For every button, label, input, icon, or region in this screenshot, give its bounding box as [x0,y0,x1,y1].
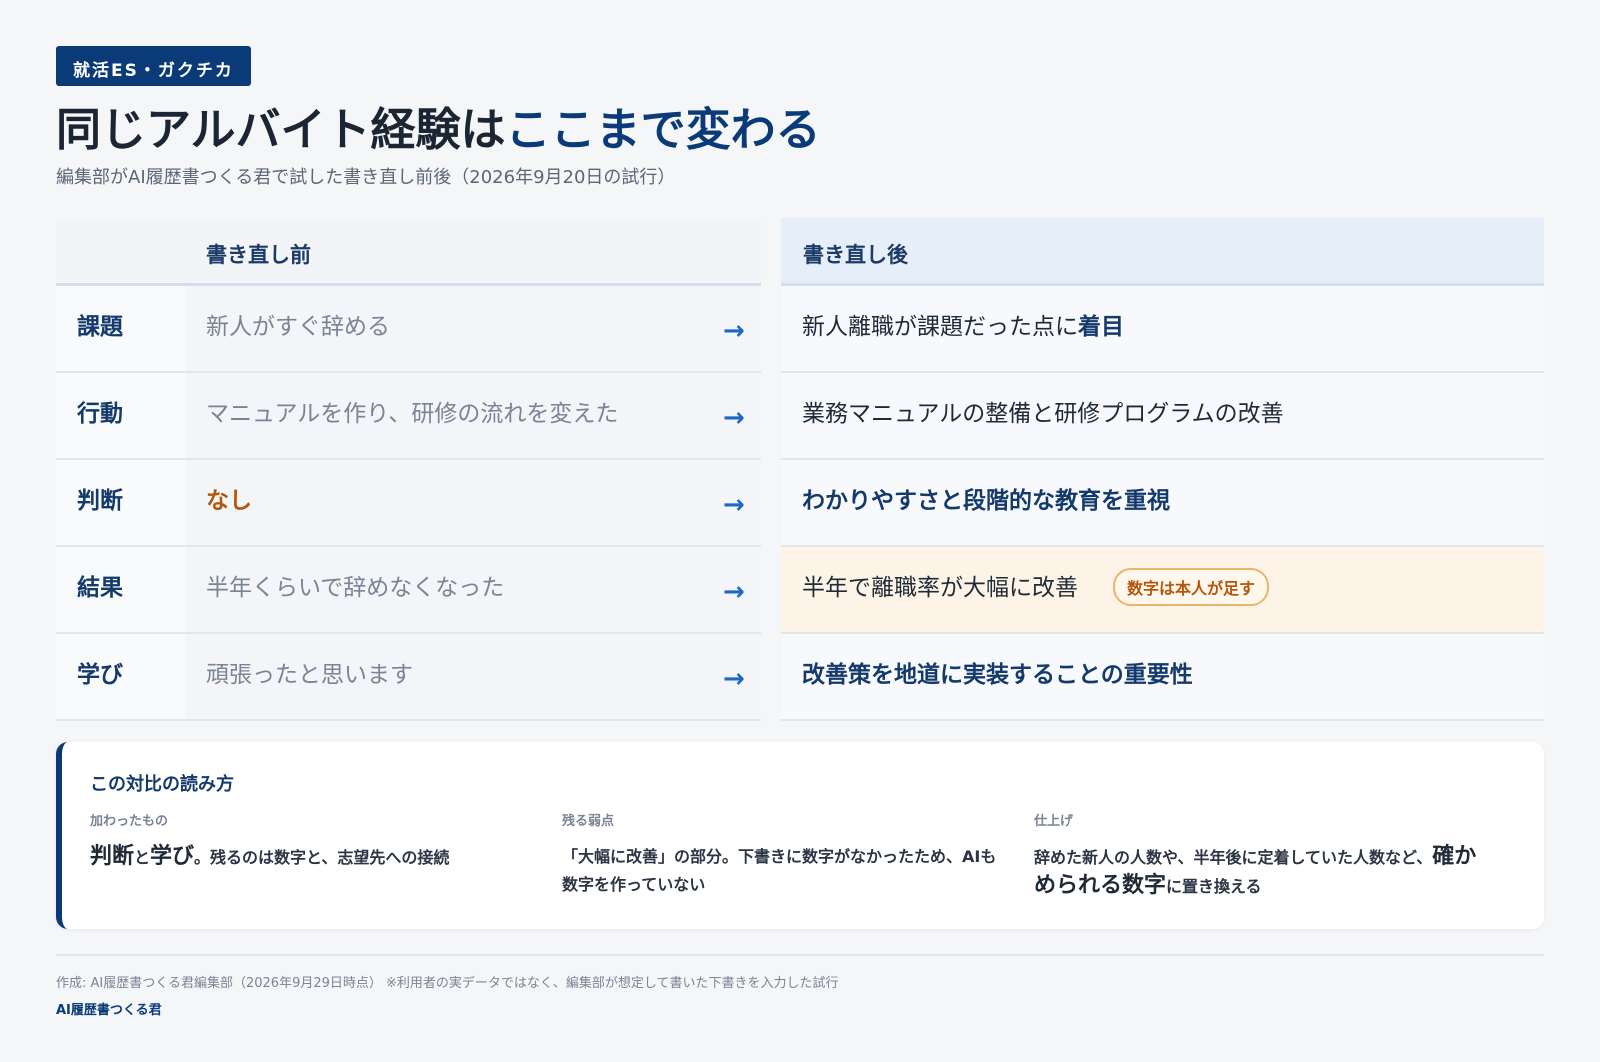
guide-text: 。残るのは数字と、志望先への接続 [194,848,450,867]
after-text: 新人離職が課題だった点に着目 [802,307,1124,341]
footer-credit: 作成: AI履歴書つくる君編集部（2026年9月29日時点） ※利用者の実データ… [56,976,839,991]
arrow-right-icon: → [723,403,745,433]
after-cell: 業務マニュアルの整備と研修プログラムの改善 [781,373,1544,460]
after-text: 改善策を地道に実装することの重要性 [802,662,1193,688]
table-header: 書き直し前 書き直し後 [56,218,1544,286]
before-cell: 半年くらいで辞めなくなった [186,547,761,634]
row-label: 課題 [77,314,123,340]
table-row: 課題 新人がすぐ辞める → 新人離職が課題だった点に着目 [56,286,1544,373]
footer-divider [56,954,1544,956]
before-cell: 頑張ったと思います [186,634,761,721]
after-text: 業務マニュアルの整備と研修プログラムの改善 [802,401,1284,427]
row-label-cell: 学び [56,634,186,721]
row-label: 学び [77,662,123,688]
comparison-table: 書き直し前 書き直し後 課題 新人がすぐ辞める → 新人離職が課題だった点に着目… [56,218,1544,721]
footer-brand: AI履歴書つくる君 [56,1003,162,1018]
guide-column: 仕上げ 辞めた新人の人数や、半年後に定着していた人数など、確かめられる数字に置き… [1034,810,1489,901]
page: 就活ES・ガクチカ 同じアルバイト経験はここまで変わる 編集部がAI履歴書つくる… [56,46,1544,1018]
before-text: なし [206,488,252,514]
before-text: 半年くらいで辞めなくなった [206,575,505,601]
table-row: 行動 マニュアルを作り、研修の流れを変えた → 業務マニュアルの整備と研修プログ… [56,373,1544,460]
row-label-cell: 課題 [56,286,186,373]
page-title: 同じアルバイト経験はここまで変わる [56,102,1544,158]
before-text: マニュアルを作り、研修の流れを変えた [206,401,619,427]
table-row: 学び 頑張ったと思います → 改善策を地道に実装することの重要性 [56,634,1544,721]
after-text-main: 新人離職が課題だった点に [802,314,1078,340]
arrow-right-icon: → [723,490,745,520]
after-cell: 改善策を地道に実装することの重要性 [781,634,1544,721]
after-cell: わかりやすさと段階的な教育を重視 [781,460,1544,547]
after-text-emphasis: 着目 [1078,314,1124,340]
row-label: 行動 [77,401,123,427]
title-main: 同じアルバイト経験は [56,103,506,156]
row-label: 判断 [77,488,123,514]
after-text: 半年で離職率が大幅に改善 [802,575,1078,601]
guide-text: と [134,848,151,867]
arrow-right-icon: → [723,316,745,346]
before-cell: なし [186,460,761,547]
reading-guide-card: この対比の読み方 加わったもの 判断と学び。残るのは数字と、志望先への接続 残る… [56,742,1544,929]
before-text: 新人がすぐ辞める [206,314,390,340]
after-cell: 半年で離職率が大幅に改善 数字は本人が足す [781,547,1544,634]
guide-key: 残る弱点 [562,814,615,829]
row-label-cell: 行動 [56,373,186,460]
guide-value: 辞めた新人の人数や、半年後に定着していた人数など、確かめられる数字に置き換える [1034,843,1489,901]
guide-text: 辞めた新人の人数や、半年後に定着していた人数など、 [1034,848,1433,867]
before-cell: 新人がすぐ辞める [186,286,761,373]
guide-emphasis: 判断 [90,844,135,869]
title-accent: ここまで変わる [505,103,821,156]
header-before-bg [56,218,761,286]
header-before: 書き直し前 [206,243,311,267]
before-cell: マニュアルを作り、研修の流れを変えた [186,373,761,460]
page-subtitle: 編集部がAI履歴書つくる君で試した書き直し前後（2026年9月20日の試行） [56,167,676,188]
guide-column: 残る弱点 「大幅に改善」の部分。下書きに数字がなかったため、AIも数字を作ってい… [562,810,1002,899]
guide-key: 仕上げ [1034,814,1074,829]
before-text: 頑張ったと思います [206,662,413,688]
note-badge: 数字は本人が足す [1113,568,1270,606]
row-label: 結果 [77,575,123,601]
after-text: わかりやすさと段階的な教育を重視 [802,488,1170,514]
header-after: 書き直し後 [803,243,908,267]
table-row: 結果 半年くらいで辞めなくなった → 半年で離職率が大幅に改善 数字は本人が足す [56,547,1544,634]
table-row: 判断 なし → わかりやすさと段階的な教育を重視 [56,460,1544,547]
guide-column: 加わったもの 判断と学び。残るのは数字と、志望先への接続 [90,810,530,872]
guide-text: に置き換える [1166,877,1262,896]
guide-value: 判断と学び。残るのは数字と、志望先への接続 [90,843,530,872]
guide-emphasis: 学び [150,844,195,869]
row-label-cell: 結果 [56,547,186,634]
guide-value: 「大幅に改善」の部分。下書きに数字がなかったため、AIも数字を作っていない [562,847,997,894]
arrow-right-icon: → [723,577,745,607]
guide-key: 加わったもの [90,814,169,829]
after-cell: 新人離職が課題だった点に着目 [781,286,1544,373]
arrow-right-icon: → [723,664,745,694]
card-title: この対比の読み方 [90,774,234,795]
row-label-cell: 判断 [56,460,186,547]
category-tag: 就活ES・ガクチカ [56,46,251,86]
